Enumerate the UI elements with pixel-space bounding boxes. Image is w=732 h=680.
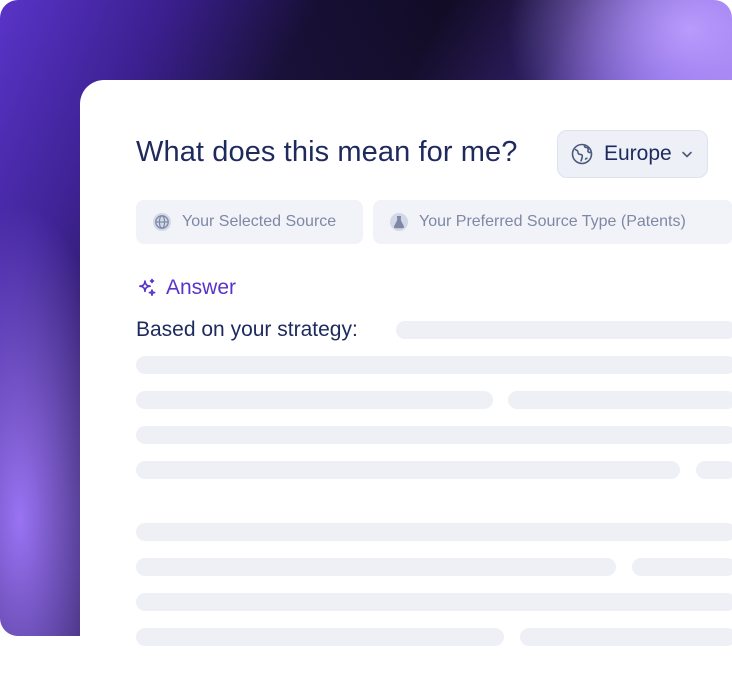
skeleton-line [136,628,504,646]
skeleton-line [632,558,732,576]
skeleton-line [136,356,732,374]
skeleton-line [136,391,493,409]
source-chip-selected[interactable]: Your Selected Source [136,200,363,244]
sparkle-icon [136,277,158,299]
skeleton-line [696,461,732,479]
skeleton-line [136,593,732,611]
skeleton-line [396,321,732,339]
skeleton-line [136,523,732,541]
source-chip-label: Your Selected Source [182,213,337,230]
source-chip-label: Your Preferred Source Type (Patents) [419,213,686,230]
answer-label: Answer [166,276,237,299]
skeleton-line [520,628,732,646]
question-title: What does this mean for me? [136,136,518,168]
globe-icon [152,212,172,232]
flask-icon [389,212,409,232]
skeleton-line [136,558,616,576]
skeleton-line [508,391,732,409]
answer-heading: Answer [136,276,236,300]
chevron-down-icon [680,147,694,161]
skeleton-line [136,426,732,444]
region-selected-label: Europe [604,142,672,165]
globe-icon [570,142,594,166]
skeleton-line [136,461,680,479]
source-chip-type[interactable]: Your Preferred Source Type (Patents) [373,200,732,244]
answer-intro: Based on your strategy: [136,318,358,341]
region-dropdown[interactable]: Europe [557,130,708,178]
answer-card: What does this mean for me? Europe Your … [80,80,732,680]
